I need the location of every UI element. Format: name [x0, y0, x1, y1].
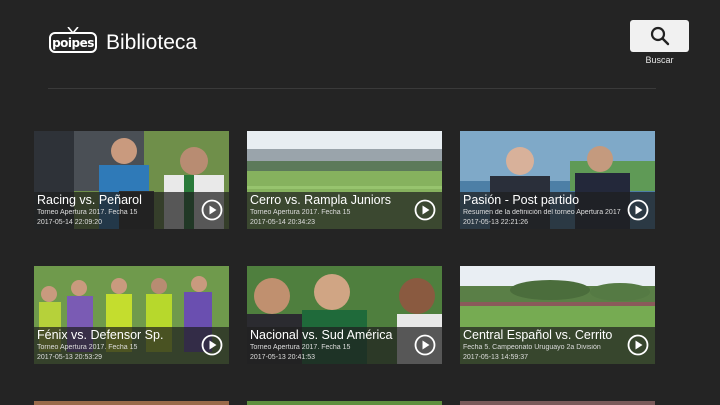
search-icon [650, 26, 669, 46]
card-subtitle: Torneo Apertura 2017. Fecha 15 [250, 344, 351, 351]
play-icon[interactable] [627, 199, 649, 221]
video-card[interactable]: Cerro vs. Rampla Juniors Torneo Apertura… [247, 131, 442, 229]
play-icon[interactable] [627, 334, 649, 356]
card-subtitle: Torneo Apertura 2017. Fecha 15 [37, 344, 138, 351]
poipes-logo: poipes [49, 27, 97, 53]
header-divider [48, 88, 656, 89]
card-title: Nacional vs. Sud América [250, 328, 393, 342]
card-date: 2017-05-13 20:41:53 [250, 354, 315, 361]
card-subtitle: Torneo Apertura 2017. Fecha 15 [250, 209, 351, 216]
play-icon[interactable] [201, 334, 223, 356]
video-card[interactable]: Central Español vs. Cerrito Fecha 5. Cam… [460, 266, 655, 364]
card-date: 2017-05-13 22:21:26 [463, 219, 528, 226]
app-header: poipes Biblioteca Buscar [0, 0, 720, 90]
video-card[interactable]: Fénix vs. Defensor Sp. Torneo Apertura 2… [34, 266, 229, 364]
card-title: Pasión - Post partido [463, 193, 580, 207]
card-date: 2017-05-14 20:34:23 [250, 219, 315, 226]
card-title: Racing vs. Peñarol [37, 193, 142, 207]
logo-box: poipes [49, 32, 97, 53]
video-card-partial[interactable] [34, 401, 229, 405]
search-label: Buscar [645, 55, 674, 65]
card-subtitle: Resumen de la definición del torneo Aper… [463, 209, 621, 216]
video-card[interactable]: Racing vs. Peñarol Torneo Apertura 2017.… [34, 131, 229, 229]
card-title: Fénix vs. Defensor Sp. [37, 328, 164, 342]
video-card[interactable]: Pasión - Post partido Resumen de la defi… [460, 131, 655, 229]
card-title: Cerro vs. Rampla Juniors [250, 193, 392, 207]
card-date: 2017-05-13 14:59:37 [463, 354, 528, 361]
card-subtitle: Torneo Apertura 2017. Fecha 15 [37, 209, 138, 216]
play-icon[interactable] [201, 199, 223, 221]
logo-text: poipes [52, 35, 94, 50]
video-card[interactable]: Nacional vs. Sud América Torneo Apertura… [247, 266, 442, 364]
page-title: Biblioteca [106, 31, 198, 54]
card-date: 2017-05-14 22:09:20 [37, 219, 102, 226]
play-icon[interactable] [414, 334, 436, 356]
search-button[interactable] [630, 20, 689, 52]
card-title: Central Español vs. Cerrito [463, 328, 613, 342]
video-card-partial[interactable] [247, 401, 442, 405]
video-card-partial[interactable] [460, 401, 655, 405]
card-date: 2017-05-13 20:53:29 [37, 354, 102, 361]
card-subtitle: Fecha 5. Campeonato Uruguayo 2a División [463, 344, 601, 351]
play-icon[interactable] [414, 199, 436, 221]
